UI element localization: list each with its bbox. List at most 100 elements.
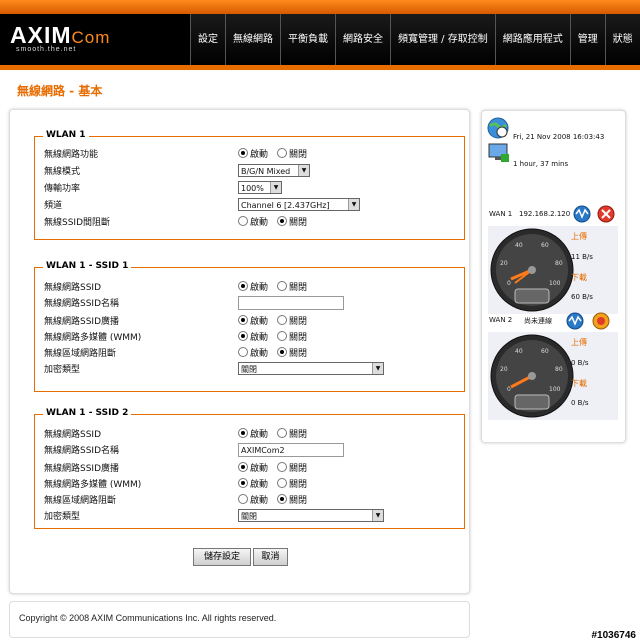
globe-clock-icon — [487, 117, 509, 139]
gauge-tick: 100 — [549, 386, 561, 393]
watermark-text: #1036746 — [591, 630, 637, 641]
ssid2-wmm-enable-radio[interactable] — [238, 478, 248, 488]
nav-item-settings[interactable]: 設定 — [190, 14, 225, 65]
wlan1-isolation-row: 無線SSID間阻斷 啟動 關閉 — [44, 213, 459, 229]
ssid1-ssid-enable-radio[interactable] — [238, 281, 248, 291]
ssid2-isolation-disable-radio[interactable] — [277, 494, 288, 504]
radio-label: 關閉 — [289, 332, 308, 343]
wan2-connect-icon[interactable] — [592, 312, 610, 330]
gauge-tick: 20 — [500, 260, 508, 267]
cancel-button[interactable]: 取消 — [253, 548, 288, 566]
radio-label: 啟動 — [250, 479, 269, 490]
radio-label: 啟動 — [250, 316, 269, 327]
wlan1-group: WLAN 1 無線網路功能 啟動 關閉 無線模式 B/G/N Mixed ▼ 傳輸… — [34, 130, 465, 240]
ssid1-encryption-label: 加密類型 — [44, 365, 81, 375]
top-header: AXIMCom smooth.the.net 設定 無線網路 平衡負載 網路安全… — [0, 0, 640, 65]
nav-item-bandwidth[interactable]: 頻寬管理 / 存取控制 — [390, 14, 495, 65]
gauge-tick: 80 — [555, 366, 563, 373]
select-value: 100% — [241, 183, 264, 193]
radio-label: 關閉 — [289, 282, 308, 293]
ssid2-wmm-disable-radio[interactable] — [277, 478, 288, 488]
wan1-signal-icon[interactable] — [573, 205, 591, 223]
radio-label: 關閉 — [289, 348, 308, 359]
nav-item-load-balance[interactable]: 平衡負載 — [280, 14, 335, 65]
wan2-upload-label: 上傳 — [571, 338, 587, 347]
ssid2-wmm-row: 無線網路多媒體 (WMM) 啟動 關閉 — [44, 475, 459, 491]
wan2-signal-icon[interactable] — [566, 312, 584, 330]
ssid1-legend: WLAN 1 - SSID 1 — [43, 261, 132, 271]
wlan1-power-label: 傳輸功率 — [44, 184, 81, 194]
ssid1-encryption-select[interactable]: 關閉 ▼ — [238, 361, 384, 375]
main-panel: WLAN 1 無線網路功能 啟動 關閉 無線模式 B/G/N Mixed ▼ 傳輸… — [9, 109, 470, 594]
ssid1-wmm-row: 無線網路多媒體 (WMM) 啟動 關閉 — [44, 328, 459, 344]
ssid2-ssid-enable-radio[interactable] — [238, 428, 248, 438]
nav-item-management[interactable]: 管理 — [569, 14, 605, 65]
radio-label: 關閉 — [289, 495, 308, 506]
ssid2-name-input[interactable]: AXIMCom2 — [238, 443, 344, 457]
wlan1-function-disable-radio[interactable] — [277, 148, 288, 158]
ssid1-broadcast-row: 無線網路SSID廣播 啟動 關閉 — [44, 312, 459, 328]
ssid1-encryption-row: 加密類型 關閉 ▼ — [44, 360, 459, 376]
ssid2-isolation-enable-radio[interactable] — [238, 494, 248, 504]
wlan1-channel-label: 頻道 — [44, 201, 63, 211]
wan1-disconnect-icon[interactable] — [597, 205, 615, 223]
uptime-text: 1 hour, 37 mins — [513, 160, 569, 168]
wan1-upload-label: 上傳 — [571, 232, 587, 241]
ssid1-ssid-disable-radio[interactable] — [277, 281, 288, 291]
wlan1-function-enable-radio[interactable] — [238, 148, 248, 158]
status-panel: Fri, 21 Nov 2008 16:03:43 1 hour, 37 min… — [481, 110, 626, 443]
radio-label: 關閉 — [289, 429, 308, 440]
ssid2-ssid-disable-radio[interactable] — [277, 428, 288, 438]
ssid2-isolation-row: 無線區域網路阻斷 啟動 關閉 — [44, 491, 459, 507]
save-button[interactable]: 儲存設定 — [193, 548, 251, 566]
copyright-text: Copyright © 2008 AXIM Communications Inc… — [19, 613, 277, 623]
wan1-ip: 192.168.2.120 — [519, 210, 571, 218]
gauge-tick: 20 — [500, 366, 508, 373]
ssid2-encryption-select[interactable]: 關閉 ▼ — [238, 508, 384, 522]
select-value: B/G/N Mixed — [241, 166, 291, 176]
ssid2-encryption-row: 加密類型 關閉 ▼ — [44, 507, 459, 523]
wan2-status: 尚未連線 — [524, 317, 552, 325]
wlan1-channel-select[interactable]: Channel 6 [2.437GHz] ▼ — [238, 197, 360, 211]
logo-tagline: smooth.the.net — [16, 46, 77, 53]
ssid2-broadcast-disable-radio[interactable] — [277, 462, 288, 472]
wlan1-mode-row: 無線模式 B/G/N Mixed ▼ — [44, 162, 459, 178]
wan2-label: WAN 2 — [489, 316, 513, 324]
ssid1-broadcast-label: 無線網路SSID廣播 — [44, 317, 120, 327]
ssid1-isolation-label: 無線區域網路阻斷 — [44, 349, 117, 359]
nav-item-security[interactable]: 網路安全 — [335, 14, 390, 65]
ssid1-broadcast-disable-radio[interactable] — [277, 315, 288, 325]
wan1-label: WAN 1 — [489, 210, 513, 218]
ssid1-wmm-disable-radio[interactable] — [277, 331, 288, 341]
wlan1-isolation-disable-radio[interactable] — [277, 216, 288, 226]
ssid1-broadcast-enable-radio[interactable] — [238, 315, 248, 325]
radio-label: 啟動 — [250, 463, 269, 474]
wlan1-mode-select[interactable]: B/G/N Mixed ▼ — [238, 163, 310, 177]
ssid2-broadcast-enable-radio[interactable] — [238, 462, 248, 472]
main-nav: 設定 無線網路 平衡負載 網路安全 頻寬管理 / 存取控制 網路應用程式 管理 … — [190, 14, 640, 65]
wlan1-power-select[interactable]: 100% ▼ — [238, 180, 282, 194]
nav-item-wireless[interactable]: 無線網路 — [225, 14, 280, 65]
ssid2-ssid-row: 無線網路SSID 啟動 關閉 — [44, 425, 459, 441]
chevron-down-icon: ▼ — [348, 198, 359, 210]
select-value: 關閉 — [241, 511, 257, 521]
ssid1-name-input[interactable] — [238, 296, 344, 310]
chevron-down-icon: ▼ — [372, 362, 383, 374]
ssid1-isolation-disable-radio[interactable] — [277, 347, 288, 357]
ssid2-name-row: 無線網路SSID名稱 AXIMCom2 — [44, 441, 459, 457]
ssid1-name-label: 無線網路SSID名稱 — [44, 299, 120, 309]
select-value: 關閉 — [241, 364, 257, 374]
ssid2-encryption-label: 加密類型 — [44, 512, 81, 522]
nav-item-applications[interactable]: 網路應用程式 — [494, 14, 570, 65]
wlan1-isolation-enable-radio[interactable] — [238, 216, 248, 226]
header-orange-strip — [0, 0, 640, 14]
ssid2-isolation-label: 無線區域網路阻斷 — [44, 496, 117, 506]
ssid1-isolation-enable-radio[interactable] — [238, 347, 248, 357]
wan2-gauge: 0 20 40 60 80 100 — [490, 334, 574, 418]
ssid1-wmm-enable-radio[interactable] — [238, 331, 248, 341]
ssid2-group: WLAN 1 - SSID 2 無線網路SSID 啟動 關閉 無線網路SSID名… — [34, 408, 465, 529]
radio-label: 關閉 — [289, 217, 308, 228]
monitor-icon — [488, 143, 509, 162]
nav-item-status[interactable]: 狀態 — [604, 14, 640, 65]
chevron-down-icon: ▼ — [298, 164, 309, 176]
